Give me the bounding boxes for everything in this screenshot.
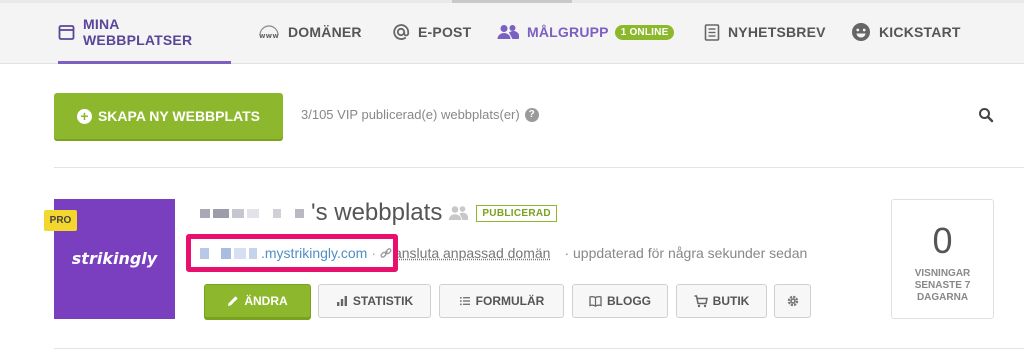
url-highlight-annotation <box>186 234 398 272</box>
edit-site-button[interactable]: ÄNDRA <box>204 284 311 318</box>
nav-label-kickstart: KICKSTART <box>879 24 961 40</box>
plus-circle-icon: + <box>76 108 92 124</box>
store-label: BUTIK <box>712 294 750 308</box>
search-icon[interactable] <box>978 107 994 123</box>
redacted-name <box>200 208 307 218</box>
strikingly-logo: strikingly <box>71 249 158 268</box>
blog-button[interactable]: BLOGG <box>572 284 668 318</box>
views-count: 0 <box>932 220 953 261</box>
store-button[interactable]: BUTIK <box>676 284 767 318</box>
forms-button[interactable]: FORMULÄR <box>439 284 564 318</box>
connect-custom-domain-link[interactable]: ansluta anpassad domän <box>394 245 550 261</box>
nav-label-domains: DOMÄNER <box>288 24 362 40</box>
create-website-label: SKAPA NY WEBBPLATS <box>97 108 261 124</box>
question-icon[interactable]: ? <box>524 107 539 122</box>
statistics-button[interactable]: STATISTIK <box>318 284 431 318</box>
vip-published-count: 3/105 VIP publicerad(e) webbplats(er) ? <box>301 107 539 122</box>
smiley-icon <box>851 22 871 42</box>
create-website-button[interactable]: + SKAPA NY WEBBPLATS <box>54 93 283 139</box>
forms-label: FORMULÄR <box>475 294 545 308</box>
nav-tab-newsletter[interactable]: NYHETSBREV <box>704 0 826 64</box>
browser-icon <box>58 24 75 41</box>
updated-dot: · <box>564 245 570 261</box>
nav-tab-audience[interactable]: MÅLGRUPP 1 ONLINE <box>497 0 675 64</box>
online-count-badge: 1 ONLINE <box>614 24 675 40</box>
pro-badge: PRO <box>44 210 77 231</box>
nav-label-email: E-POST <box>418 24 472 40</box>
nav-tab-kickstart[interactable]: KICKSTART <box>851 0 961 64</box>
bar-chart-icon <box>336 295 348 307</box>
settings-button[interactable] <box>774 284 811 318</box>
www-icon-text: www <box>259 32 279 40</box>
weekly-views-panel: 0 VISNINGAR SENASTE 7 DAGARNA <box>891 199 994 319</box>
section-divider <box>54 167 1024 168</box>
site-title-row: 's webbplats PUBLICERAD <box>200 197 557 229</box>
edit-label: ÄNDRA <box>244 294 288 308</box>
list-icon <box>459 295 471 307</box>
book-icon <box>589 295 602 307</box>
views-label: VISNINGAR SENASTE 7 DAGARNA <box>914 268 971 303</box>
nav-label-audience: MÅLGRUPP <box>527 24 609 40</box>
last-updated-text: · uppdaterad för några sekunder sedan <box>564 245 807 261</box>
users-icon <box>497 24 519 40</box>
top-navigation: MINA WEBBPLATSER www DOMÄNER E-POST MÅLG… <box>0 0 1024 64</box>
site-list-divider <box>54 348 1024 349</box>
blog-label: BLOGG <box>607 294 651 308</box>
nav-tab-email[interactable]: E-POST <box>392 0 471 64</box>
published-status-badge: PUBLICERAD <box>476 204 557 222</box>
cart-icon <box>694 294 708 308</box>
statistics-label: STATISTIK <box>352 294 414 308</box>
vip-published-text: 3/105 VIP publicerad(e) webbplats(er) <box>301 107 520 122</box>
site-title[interactable]: 's webbplats <box>311 199 442 227</box>
user-group-icon <box>448 205 469 221</box>
pencil-icon <box>227 295 239 307</box>
gear-icon <box>786 294 800 308</box>
www-icon: www <box>258 24 280 41</box>
nav-tab-my-sites[interactable]: MINA WEBBPLATSER <box>58 0 231 64</box>
at-icon <box>392 23 410 41</box>
nav-label-my-sites: MINA WEBBPLATSER <box>83 16 193 48</box>
nav-label-newsletter: NYHETSBREV <box>728 24 826 40</box>
newspaper-icon <box>704 23 720 41</box>
updated-label: uppdaterad för några sekunder sedan <box>573 245 808 261</box>
nav-tab-domains[interactable]: www DOMÄNER <box>258 0 362 64</box>
